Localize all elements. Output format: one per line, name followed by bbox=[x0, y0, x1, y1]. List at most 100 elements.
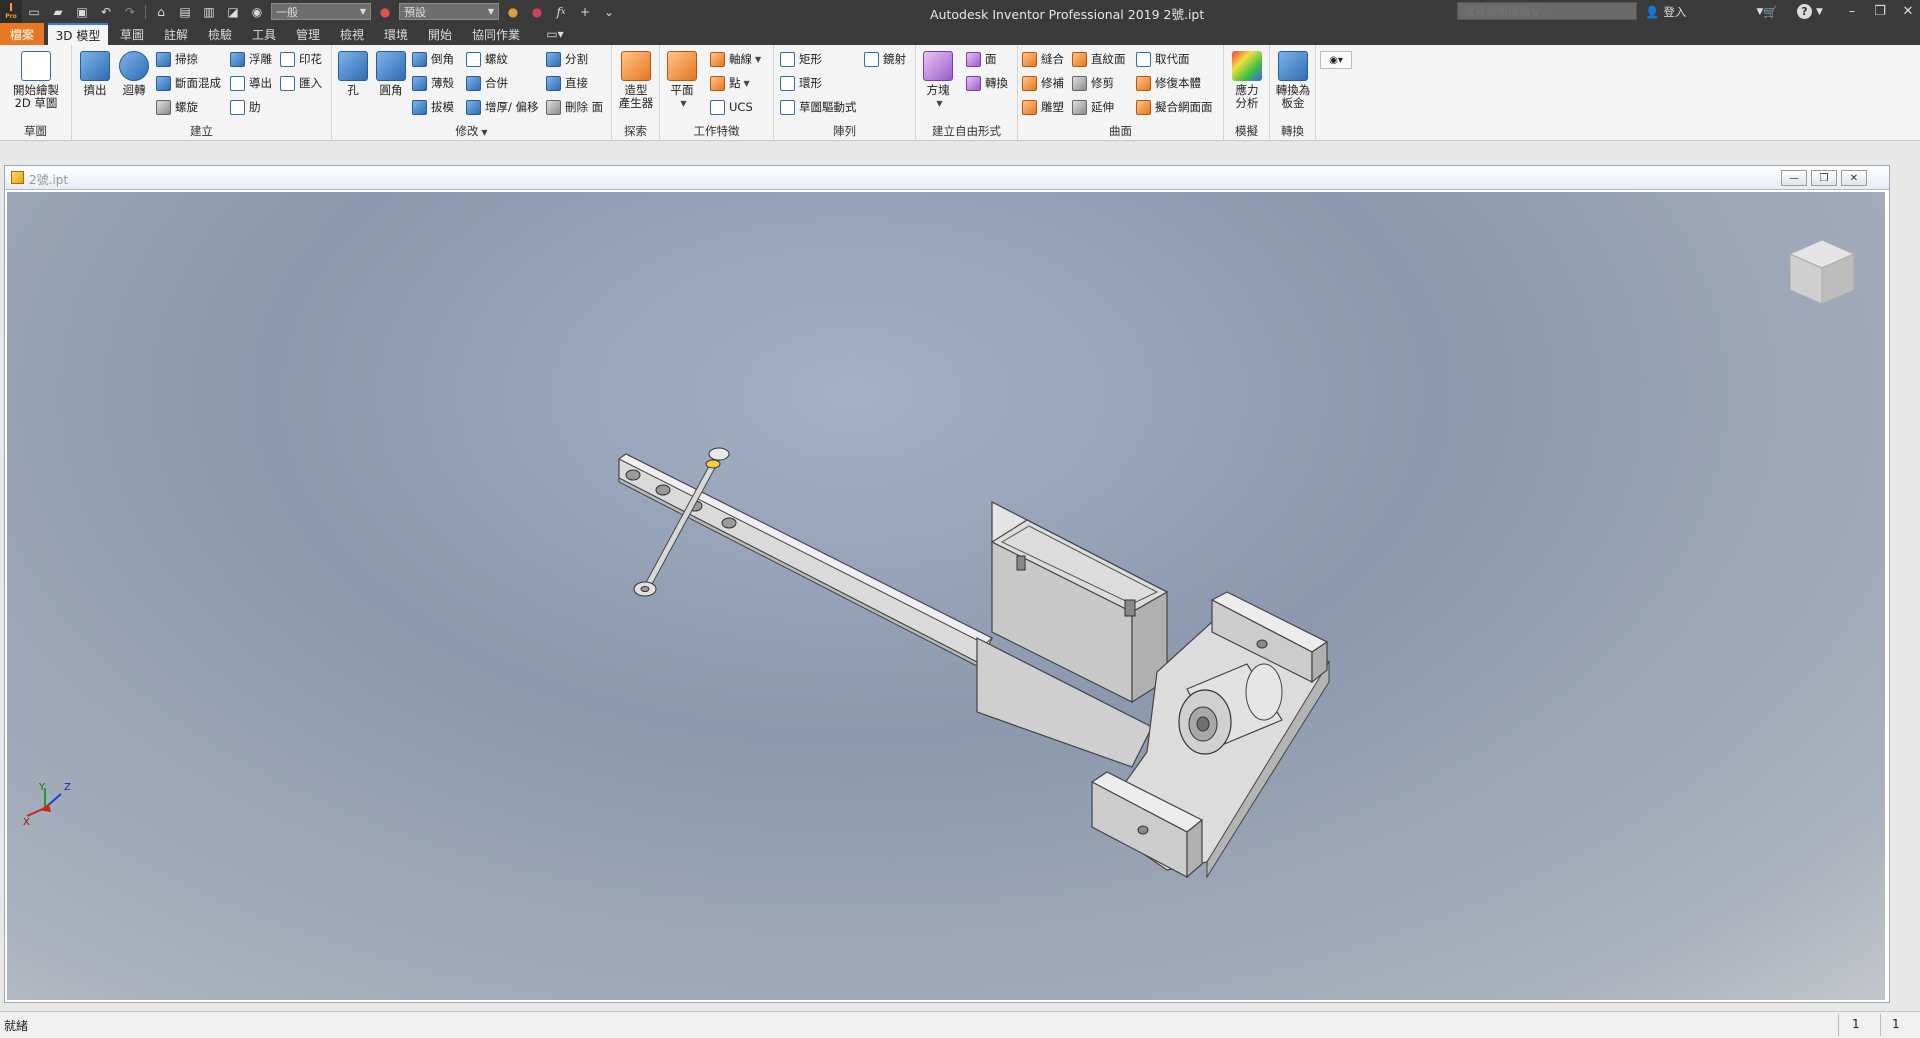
rib-button[interactable]: 肋 bbox=[230, 97, 261, 117]
tab-manage[interactable]: 管理 bbox=[290, 23, 326, 45]
customize-icon[interactable]: ⌄ bbox=[599, 2, 619, 22]
delete-face-button[interactable]: 刪除 面 bbox=[546, 97, 603, 117]
freeform-face-button[interactable]: 面 bbox=[966, 49, 997, 69]
tab-sketch[interactable]: 草圖 bbox=[114, 23, 150, 45]
doc-restore-icon[interactable]: ❐ bbox=[1811, 170, 1837, 186]
appearance-select[interactable]: 預設 ▼ bbox=[399, 3, 499, 20]
axis-button[interactable]: 軸線 ▼ bbox=[710, 49, 761, 69]
sketch-driven-pattern-button[interactable]: 草圖驅動式 bbox=[780, 97, 857, 117]
ribbon-options-icon[interactable]: ▭▾ bbox=[540, 23, 570, 45]
shell-button[interactable]: 薄殼 bbox=[412, 73, 454, 93]
loft-button[interactable]: 斷面混成 bbox=[156, 73, 221, 93]
extrude-icon bbox=[80, 51, 110, 81]
clear-appearance-icon[interactable]: ● bbox=[527, 2, 547, 22]
color-wheel-icon[interactable]: ● bbox=[375, 2, 395, 22]
cart-icon[interactable]: 🛒 bbox=[1763, 0, 1777, 23]
select-icon[interactable]: ◪ bbox=[223, 2, 243, 22]
occurrence-count: 1 bbox=[1852, 1017, 1860, 1031]
parameters-icon[interactable]: fx bbox=[551, 2, 571, 22]
material-select[interactable]: 一般 ▼ bbox=[271, 3, 371, 20]
doc-minimize-icon[interactable]: — bbox=[1781, 170, 1807, 186]
sweep-button[interactable]: 掃掠 bbox=[156, 49, 198, 69]
panel-label-modify[interactable]: 修改 ▼ bbox=[332, 123, 611, 139]
tab-3d-model[interactable]: 3D 模型 bbox=[48, 23, 108, 45]
minimize-icon[interactable]: – bbox=[1838, 0, 1866, 23]
start-2d-sketch-button[interactable]: 開始繪製 2D 草圖 bbox=[8, 51, 64, 110]
combine-button[interactable]: 合併 bbox=[466, 73, 508, 93]
tab-tools[interactable]: 工具 bbox=[246, 23, 282, 45]
home-icon[interactable]: ⌂ bbox=[151, 2, 171, 22]
decal-button[interactable]: 印花 bbox=[280, 49, 322, 69]
save-icon[interactable]: ▣ bbox=[72, 2, 92, 22]
tab-environments[interactable]: 環境 bbox=[378, 23, 414, 45]
patch-button[interactable]: 修補 bbox=[1022, 73, 1064, 93]
document-count: 1 bbox=[1892, 1017, 1900, 1031]
update-icon[interactable]: ▥ bbox=[199, 2, 219, 22]
point-button[interactable]: 點 ▼ bbox=[710, 73, 750, 93]
close-icon[interactable]: ✕ bbox=[1894, 0, 1920, 23]
revolve-button[interactable]: 迴轉 bbox=[116, 51, 152, 97]
app-logo[interactable]: I Pro bbox=[0, 0, 22, 23]
derive-button[interactable]: 導出 bbox=[230, 73, 272, 93]
search-input[interactable] bbox=[1457, 2, 1637, 20]
viewcube-icon[interactable] bbox=[1782, 232, 1862, 312]
trim-button[interactable]: 修剪 bbox=[1072, 73, 1114, 93]
redo-icon[interactable]: ↷ bbox=[120, 2, 140, 22]
plane-button[interactable]: 平面 ▼ bbox=[666, 51, 698, 110]
measure-icon[interactable]: + bbox=[575, 2, 595, 22]
chamfer-button[interactable]: 倒角 bbox=[412, 49, 454, 69]
document-tab[interactable]: 2號.ipt — ❐ ✕ bbox=[5, 166, 1889, 190]
help-icon[interactable]: ? ▼ bbox=[1797, 0, 1823, 23]
sculpt-button[interactable]: 雕塑 bbox=[1022, 97, 1064, 117]
hole-button[interactable]: 孔 bbox=[338, 51, 368, 97]
tab-collaborate[interactable]: 協同作業 bbox=[466, 23, 526, 45]
new-file-icon[interactable]: ▭ bbox=[24, 2, 44, 22]
ruled-surface-button[interactable]: 直紋面 bbox=[1072, 49, 1126, 69]
repair-bodies-button[interactable]: 修復本體 bbox=[1136, 73, 1201, 93]
thicken-offset-button[interactable]: 增厚/ 偏移 bbox=[466, 97, 539, 117]
fillet-button[interactable]: 圓角 bbox=[374, 51, 408, 97]
circ-pattern-button[interactable]: 環形 bbox=[780, 73, 822, 93]
stitch-button[interactable]: 縫合 bbox=[1022, 49, 1064, 69]
mirror-button[interactable]: 鏡射 bbox=[864, 49, 906, 69]
panel-surface: 縫合 修補 雕塑 直紋面 修剪 延伸 取代面 修復本體 擬合網面面 曲面 bbox=[1018, 45, 1224, 141]
rect-pattern-button[interactable]: 矩形 bbox=[780, 49, 822, 69]
stress-analysis-button[interactable]: 應力 分析 bbox=[1228, 51, 1266, 110]
tab-view[interactable]: 檢視 bbox=[334, 23, 370, 45]
import-button[interactable]: 匯入 bbox=[280, 73, 322, 93]
doc-close-icon[interactable]: ✕ bbox=[1841, 170, 1867, 186]
restore-icon[interactable]: ❐ bbox=[1866, 0, 1894, 23]
fillet-icon bbox=[376, 51, 406, 81]
globe-icon[interactable]: ◉ bbox=[247, 2, 267, 22]
extend-button[interactable]: 延伸 bbox=[1072, 97, 1114, 117]
tab-get-started[interactable]: 開始 bbox=[422, 23, 458, 45]
print-icon[interactable]: ▤ bbox=[175, 2, 195, 22]
replace-face-button[interactable]: 取代面 bbox=[1136, 49, 1190, 69]
thread-button[interactable]: 螺紋 bbox=[466, 49, 508, 69]
graphics-viewport[interactable]: X Y Z bbox=[7, 192, 1885, 1000]
undo-icon[interactable]: ↶ bbox=[96, 2, 116, 22]
direct-edit-button[interactable]: 直接 bbox=[546, 73, 588, 93]
tab-file[interactable]: 檔案 bbox=[0, 23, 44, 45]
combine-icon bbox=[466, 75, 481, 91]
ribbon-dropdown-button[interactable]: ◉▾ bbox=[1320, 51, 1352, 69]
shape-generator-button[interactable]: 造型 產生器 bbox=[616, 51, 656, 110]
convert-sheet-metal-button[interactable]: 轉換為 板金 bbox=[1274, 51, 1312, 110]
adjust-appearance-icon[interactable]: ● bbox=[503, 2, 523, 22]
fit-mesh-face-button[interactable]: 擬合網面面 bbox=[1136, 97, 1213, 117]
freeform-box-button[interactable]: 方塊 ▼ bbox=[922, 51, 954, 110]
user-area[interactable]: 👤 登入 ▼ bbox=[1645, 0, 1763, 23]
axis-icon bbox=[710, 51, 725, 67]
open-file-icon[interactable]: ▰ bbox=[48, 2, 68, 22]
draft-button[interactable]: 拔模 bbox=[412, 97, 454, 117]
panel-pattern: 矩形 環形 草圖驅動式 鏡射 陣列 bbox=[774, 45, 916, 141]
ucs-button[interactable]: UCS bbox=[710, 97, 753, 117]
split-button[interactable]: 分割 bbox=[546, 49, 588, 69]
tab-inspect[interactable]: 檢驗 bbox=[202, 23, 238, 45]
emboss-button[interactable]: 浮雕 bbox=[230, 49, 272, 69]
coil-button[interactable]: 螺旋 bbox=[156, 97, 198, 117]
extrude-button[interactable]: 擠出 bbox=[78, 51, 112, 97]
tab-annotate[interactable]: 註解 bbox=[158, 23, 194, 45]
freeform-convert-button[interactable]: 轉換 bbox=[966, 73, 1008, 93]
axis-label-y: Y bbox=[39, 782, 46, 793]
